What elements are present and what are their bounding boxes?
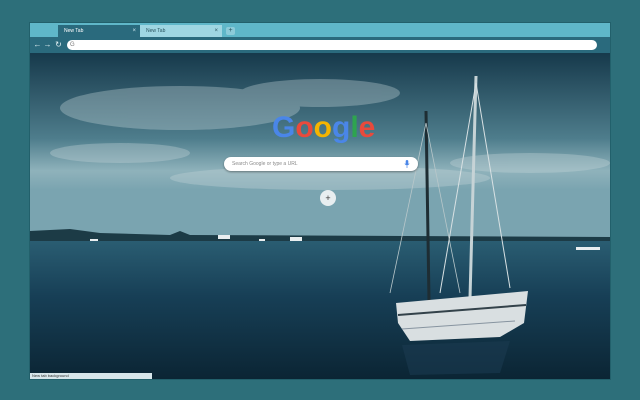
- logo-letter: o: [313, 111, 332, 144]
- tab-close-icon[interactable]: ×: [214, 25, 218, 37]
- new-tab-page: Google Search Google or type a URL + New…: [30, 53, 610, 379]
- new-tab-button[interactable]: +: [226, 27, 235, 35]
- tab-new-tab[interactable]: New Tab ×: [140, 25, 222, 37]
- toolbar: ← → ↻ G: [30, 37, 610, 53]
- tab-strip: New Tab × New Tab × +: [30, 23, 610, 37]
- search-box[interactable]: Search Google or type a URL: [224, 157, 418, 171]
- tab-label: New Tab: [146, 28, 166, 34]
- logo-letter: G: [272, 111, 296, 144]
- forward-icon[interactable]: →: [43, 40, 52, 50]
- reload-icon[interactable]: ↻: [54, 40, 63, 50]
- browser-window: New Tab × New Tab × + ← → ↻ G Google Sea…: [30, 23, 610, 379]
- search-placeholder: Search Google or type a URL: [232, 161, 298, 167]
- status-bar: New tab background: [30, 373, 152, 379]
- tab-close-icon[interactable]: ×: [132, 25, 136, 37]
- tab-new-tab-active[interactable]: New Tab ×: [58, 25, 140, 37]
- logo-letter: e: [358, 111, 376, 144]
- google-icon: G: [70, 42, 75, 48]
- logo-letter: o: [295, 111, 314, 144]
- background-photo: [30, 53, 610, 379]
- add-shortcut-button[interactable]: +: [320, 190, 336, 206]
- microphone-icon[interactable]: [404, 160, 410, 168]
- google-logo: Google: [272, 111, 375, 145]
- logo-letter: g: [332, 111, 351, 144]
- logo-letter: l: [350, 111, 359, 144]
- address-bar[interactable]: G: [67, 40, 597, 50]
- tab-label: New Tab: [64, 28, 84, 34]
- back-icon[interactable]: ←: [33, 40, 42, 50]
